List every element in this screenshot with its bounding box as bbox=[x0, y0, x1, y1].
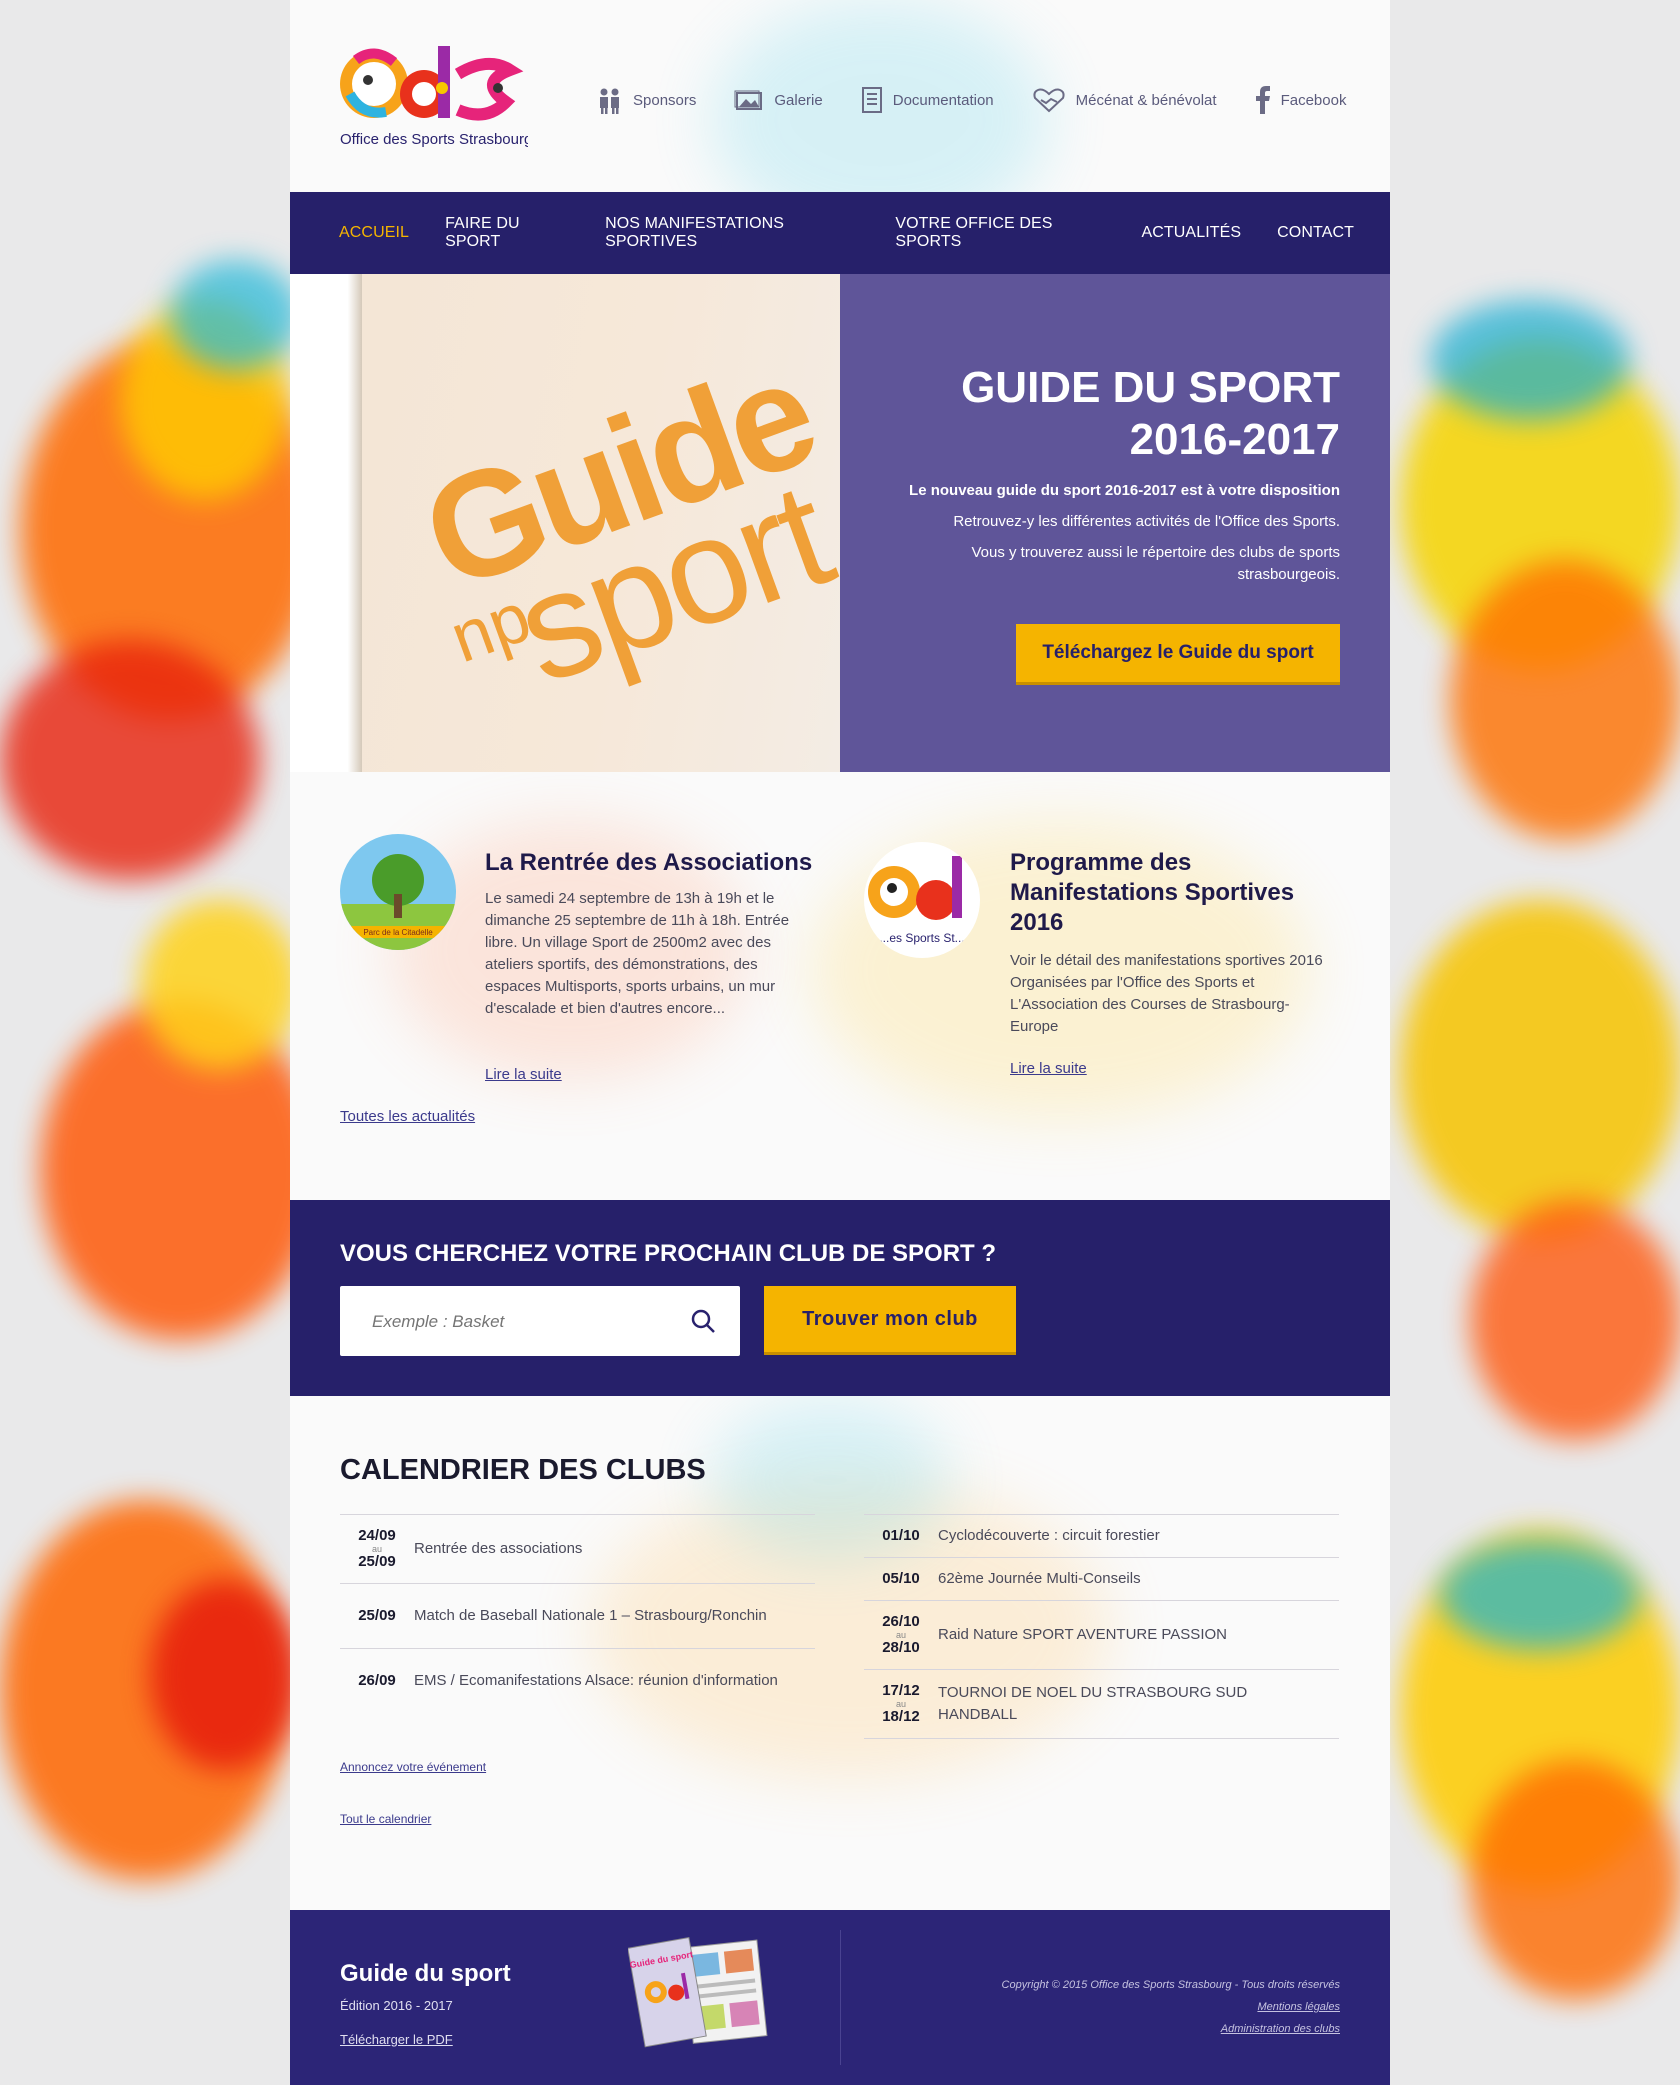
event-date: 26/09 bbox=[358, 1672, 396, 1689]
news-thumbnail[interactable]: Parc de la Citadelle bbox=[340, 834, 456, 950]
calendar-column-left: 24/09 au 25/09 Rentrée des associations 25… bbox=[340, 1514, 815, 1713]
top-links: Sponsors Galerie Documentation Mécénat &… bbox=[595, 86, 1346, 114]
event-title: TOURNOI DE NOEL DU STRASBOURG SUD HANDBA… bbox=[938, 1684, 1248, 1723]
calendar-row[interactable]: 26/10 au 28/10 Raid Nature SPORT AVENTURE … bbox=[864, 1601, 1339, 1670]
club-admin-link[interactable]: Administration des clubs bbox=[1002, 2018, 1340, 2040]
thumb-caption: ...es Sports St... bbox=[879, 931, 964, 945]
news-body: Le samedi 24 septembre de 13h à 19h et l… bbox=[485, 890, 790, 1017]
sponsors-icon bbox=[600, 88, 619, 114]
news-card: Parc de la Citadelle bbox=[340, 834, 456, 950]
event-title: Match de Baseball Nationale 1 – Strasbou… bbox=[414, 1607, 767, 1624]
footer-legal: Copyright © 2015 Office des Sports Stras… bbox=[1002, 1974, 1340, 2040]
read-more-link[interactable]: Lire la suite bbox=[1010, 1060, 1087, 1077]
facebook-icon bbox=[1255, 86, 1270, 114]
calendar-row[interactable]: 01/10 Cyclodécouverte : circuit forestie… bbox=[864, 1515, 1339, 1558]
toplink-mecenat[interactable]: Mécénat & bénévolat bbox=[1032, 87, 1217, 113]
club-calendar: CALENDRIER DES CLUBS 24/09 au 25/09 Rentré… bbox=[290, 1396, 1390, 1910]
hero-title: GUIDE DU SPORT 2016-2017 bbox=[961, 363, 1340, 464]
hero-text-2: Vous y trouverez aussi le répertoire des… bbox=[971, 544, 1340, 583]
toplink-label: Sponsors bbox=[633, 91, 697, 109]
nav-office[interactable]: VOTRE OFFICE DES SPORTS bbox=[895, 215, 1105, 251]
download-guide-button[interactable]: Téléchargez le Guide du sport bbox=[1016, 624, 1340, 682]
calendar-column-right: 01/10 Cyclodécouverte : circuit forestie… bbox=[864, 1514, 1339, 1739]
toplink-label: Documentation bbox=[892, 91, 994, 109]
hero-banner: Guide sport du GUIDE DU SPORT 2016-2017 … bbox=[290, 274, 1390, 772]
toplink-label: Galerie bbox=[774, 91, 823, 109]
club-search-section: VOUS CHERCHEZ VOTRE PROCHAIN CLUB DE SPO… bbox=[290, 1200, 1390, 1396]
site-header: Office des Sports Strasbourg Sponsors Ga… bbox=[290, 0, 1390, 192]
event-title: EMS / Ecomanifestations Alsace: réunion … bbox=[414, 1672, 778, 1689]
site-footer: Guide du sport Édition 2016 - 2017 Téléc… bbox=[290, 1910, 1390, 2085]
toplink-facebook[interactable]: Facebook bbox=[1255, 86, 1347, 114]
main-nav: ACCUEIL FAIRE DU SPORT NOS MANIFESTATION… bbox=[290, 192, 1390, 274]
news-card: ...es Sports St... bbox=[864, 842, 980, 958]
calendar-row[interactable]: 26/09 EMS / Ecomanifestations Alsace: ré… bbox=[340, 1649, 815, 1713]
logo-caption: Office des Sports Strasbourg bbox=[340, 131, 528, 148]
search-heading: VOUS CHERCHEZ VOTRE PROCHAIN CLUB DE SPO… bbox=[340, 1240, 997, 1267]
nav-manifestations[interactable]: NOS MANIFESTATIONS SPORTIVES bbox=[605, 215, 859, 251]
hero-lead: Le nouveau guide du sport 2016-2017 est … bbox=[909, 482, 1340, 499]
news-section: Parc de la Citadelle La Rentrée des Asso… bbox=[290, 772, 1390, 1200]
copyright-text: Copyright © 2015 Office des Sports Stras… bbox=[1001, 1979, 1340, 1991]
calendar-heading: CALENDRIER DES CLUBS bbox=[340, 1454, 706, 1486]
announce-event-link[interactable]: Annoncez votre événement bbox=[340, 1760, 486, 1774]
toplink-galerie[interactable]: Galerie bbox=[734, 89, 823, 111]
full-calendar-link[interactable]: Tout le calendrier bbox=[340, 1812, 431, 1826]
event-date: 26/10 au 28/10 bbox=[882, 1613, 920, 1656]
toplink-label: Mécénat & bénévolat bbox=[1075, 91, 1217, 109]
site-logo[interactable]: Office des Sports Strasbourg bbox=[338, 40, 532, 152]
event-title: Rentrée des associations bbox=[414, 1540, 583, 1557]
toplink-sponsors[interactable]: Sponsors bbox=[595, 86, 696, 114]
event-date: 05/10 bbox=[882, 1570, 920, 1587]
page-container: Office des Sports Strasbourg Sponsors Ga… bbox=[290, 0, 1390, 2085]
document-icon bbox=[861, 87, 882, 113]
news-title[interactable]: La Rentrée des Associations bbox=[485, 848, 815, 878]
nav-faire-du-sport[interactable]: FAIRE DU SPORT bbox=[445, 215, 569, 251]
guide-cover-image: Guide sport du bbox=[290, 274, 840, 772]
event-title: Raid Nature SPORT AVENTURE PASSION bbox=[938, 1626, 1227, 1643]
footer-edition: Édition 2016 - 2017 bbox=[340, 1998, 453, 2013]
calendar-row[interactable]: 17/12 au 18/12 TOURNOI DE NOEL DU STRASBOU… bbox=[864, 1670, 1339, 1739]
calendar-row[interactable]: 05/10 62ème Journée Multi-Conseils bbox=[864, 1558, 1339, 1601]
event-date: 24/09 au 25/09 bbox=[358, 1527, 396, 1570]
nav-contact[interactable]: CONTACT bbox=[1277, 224, 1354, 242]
calendar-row[interactable]: 24/09 au 25/09 Rentrée des associations bbox=[340, 1515, 815, 1584]
guide-book-image: Guide du sport bbox=[628, 1936, 768, 2048]
toplink-label: Facebook bbox=[1280, 91, 1347, 109]
all-news-link[interactable]: Toutes les actualités bbox=[340, 1108, 475, 1125]
gallery-icon bbox=[734, 90, 763, 110]
nav-accueil[interactable]: ACCUEIL bbox=[339, 224, 409, 242]
event-title: 62ème Journée Multi-Conseils bbox=[938, 1570, 1141, 1587]
read-more-link[interactable]: Lire la suite bbox=[485, 1066, 562, 1083]
event-date: 25/09 bbox=[358, 1607, 396, 1624]
hero-panel: GUIDE DU SPORT 2016-2017 Le nouveau guid… bbox=[840, 274, 1390, 772]
find-club-button[interactable]: Trouver mon club bbox=[764, 1286, 1016, 1352]
search-box bbox=[340, 1286, 740, 1358]
hero-text-1: Retrouvez-y les différentes activités de… bbox=[953, 513, 1340, 530]
toplink-documentation[interactable]: Documentation bbox=[861, 86, 994, 114]
news-thumbnail[interactable]: ...es Sports St... bbox=[864, 842, 980, 958]
legal-notice-link[interactable]: Mentions légales bbox=[1002, 1996, 1340, 2018]
event-title: Cyclodécouverte : circuit forestier bbox=[938, 1527, 1160, 1544]
news-title[interactable]: Programme des Manifestations Sportives 2… bbox=[1010, 848, 1330, 938]
nav-actualites[interactable]: ACTUALITÉS bbox=[1141, 224, 1241, 242]
news-body: Voir le détail des manifestations sporti… bbox=[1010, 952, 1323, 1035]
download-pdf-link[interactable]: Télécharger le PDF bbox=[340, 2032, 453, 2047]
thumb-caption: Parc de la Citadelle bbox=[363, 928, 433, 937]
event-date: 17/12 au 18/12 bbox=[882, 1682, 920, 1725]
club-search-input[interactable] bbox=[340, 1286, 694, 1358]
search-icon[interactable] bbox=[690, 1308, 716, 1334]
calendar-row[interactable]: 25/09 Match de Baseball Nationale 1 – St… bbox=[340, 1584, 815, 1649]
handshake-icon bbox=[1033, 88, 1065, 113]
event-date: 01/10 bbox=[882, 1527, 920, 1544]
footer-guide-title: Guide du sport bbox=[340, 1960, 511, 1987]
